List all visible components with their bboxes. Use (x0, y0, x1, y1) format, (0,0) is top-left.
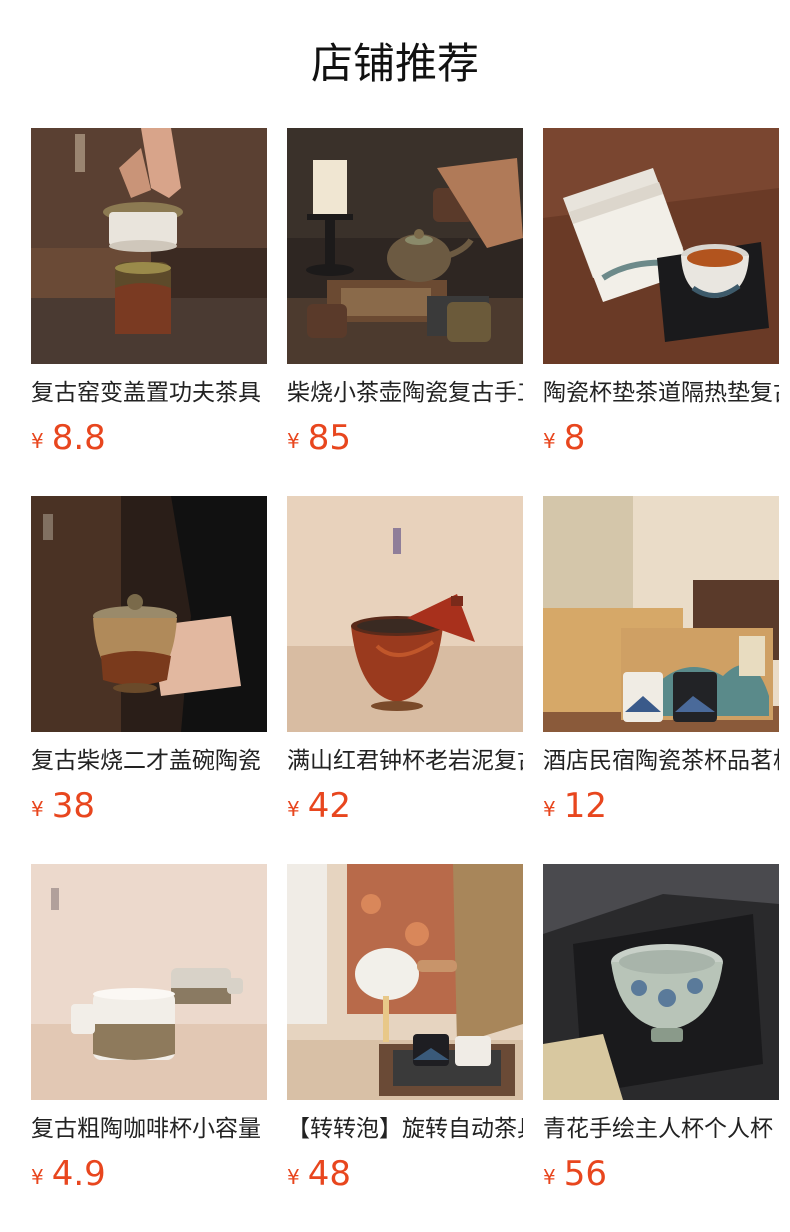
product-image[interactable] (31, 864, 267, 1100)
currency-symbol: ¥ (31, 1165, 44, 1189)
currency-symbol: ¥ (31, 429, 44, 453)
price-value: 38 (51, 786, 95, 826)
product-card[interactable]: 【转转泡】旋转自动茶具 ¥48 (287, 864, 523, 1204)
product-price: ¥48 (287, 1152, 351, 1202)
product-price: ¥38 (31, 784, 95, 834)
product-name[interactable]: 复古柴烧二才盖碗陶瓷 (31, 744, 267, 778)
product-card[interactable]: 酒店民宿陶瓷茶杯品茗杯 ¥12 (543, 496, 779, 836)
product-name[interactable]: 陶瓷杯垫茶道隔热垫复古 (543, 376, 779, 410)
product-name[interactable]: 复古粗陶咖啡杯小容量 (31, 1112, 267, 1146)
price-value: 56 (563, 1154, 607, 1194)
price-value: 8 (563, 418, 586, 458)
product-image[interactable] (287, 496, 523, 732)
product-image[interactable] (543, 496, 779, 732)
product-card[interactable]: 复古窑变盖置功夫茶具 ¥8.8 (31, 128, 267, 468)
product-name[interactable]: 【转转泡】旋转自动茶具 (287, 1112, 523, 1146)
currency-symbol: ¥ (287, 429, 300, 453)
price-value: 4.9 (51, 1154, 106, 1194)
product-card[interactable]: 复古柴烧二才盖碗陶瓷 ¥38 (31, 496, 267, 836)
product-name[interactable]: 酒店民宿陶瓷茶杯品茗杯 (543, 744, 779, 778)
product-image[interactable] (543, 864, 779, 1100)
gaiwan-bowl-photo (31, 496, 267, 732)
product-name[interactable]: 满山红君钟杯老岩泥复古 (287, 744, 523, 778)
product-image[interactable] (31, 496, 267, 732)
product-image[interactable] (31, 128, 267, 364)
price-value: 8.8 (51, 418, 106, 458)
red-glaze-cup-photo (287, 496, 523, 732)
price-value: 48 (307, 1154, 351, 1194)
ceramic-lid-rest-photo (31, 128, 267, 364)
gift-box-cups-photo (543, 496, 779, 732)
price-value: 85 (307, 418, 351, 458)
blue-floral-master-cup-photo (543, 864, 779, 1100)
currency-symbol: ¥ (287, 797, 300, 821)
stoneware-coffee-cup-photo (31, 864, 267, 1100)
product-name[interactable]: 柴烧小茶壶陶瓷复古手工 (287, 376, 523, 410)
currency-symbol: ¥ (31, 797, 44, 821)
product-card[interactable]: 复古粗陶咖啡杯小容量 ¥4.9 (31, 864, 267, 1204)
currency-symbol: ¥ (543, 1165, 556, 1189)
product-card[interactable]: 满山红君钟杯老岩泥复古 ¥42 (287, 496, 523, 836)
product-card[interactable]: 柴烧小茶壶陶瓷复古手工 ¥85 (287, 128, 523, 468)
product-price: ¥56 (543, 1152, 607, 1202)
product-name[interactable]: 复古窑变盖置功夫茶具 (31, 376, 267, 410)
product-price: ¥85 (287, 416, 351, 466)
product-price: ¥8 (543, 416, 585, 466)
product-name[interactable]: 青花手绘主人杯个人杯 (543, 1112, 779, 1146)
product-image[interactable] (287, 128, 523, 364)
product-price: ¥4.9 (31, 1152, 106, 1202)
product-price: ¥42 (287, 784, 351, 834)
currency-symbol: ¥ (543, 797, 556, 821)
price-value: 12 (563, 786, 607, 826)
product-image[interactable] (287, 864, 523, 1100)
product-price: ¥8.8 (31, 416, 106, 466)
currency-symbol: ¥ (287, 1165, 300, 1189)
rotating-teapot-set-photo (287, 864, 523, 1100)
ceramic-coaster-photo (543, 128, 779, 364)
currency-symbol: ¥ (543, 429, 556, 453)
product-card[interactable]: 陶瓷杯垫茶道隔热垫复古 ¥8 (543, 128, 779, 468)
section-title: 店铺推荐 (310, 39, 479, 88)
product-price: ¥12 (543, 784, 607, 834)
wood-fired-teapot-photo (287, 128, 523, 364)
price-value: 42 (307, 786, 351, 826)
product-card[interactable]: 青花手绘主人杯个人杯 ¥56 (543, 864, 779, 1204)
product-image[interactable] (543, 128, 779, 364)
